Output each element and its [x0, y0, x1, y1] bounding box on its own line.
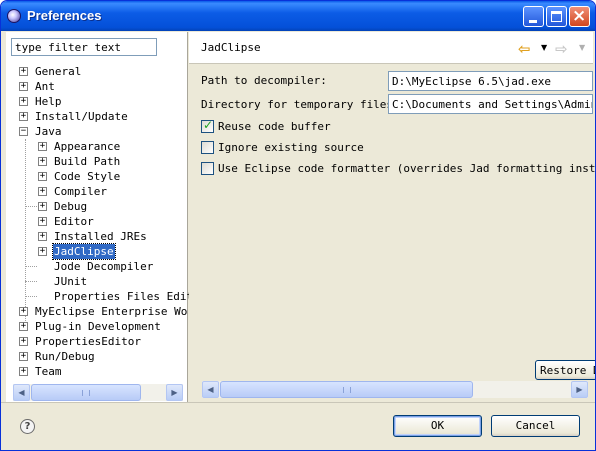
- tree-horizontal-scrollbar[interactable]: ◀ ▶: [13, 384, 183, 401]
- close-button[interactable]: ×: [569, 6, 590, 27]
- page-header: JadClipse ⇦ ▼ ⇨ ▼: [189, 32, 593, 64]
- forward-arrow-icon[interactable]: ⇨: [555, 40, 568, 58]
- filter-input[interactable]: type filter text: [11, 38, 157, 56]
- collapse-icon[interactable]: −: [19, 127, 28, 136]
- tree-item-label: Run/Debug: [35, 350, 95, 363]
- expand-icon[interactable]: +: [19, 82, 28, 91]
- maximize-icon: [551, 11, 562, 22]
- eclipse-icon: [7, 9, 21, 23]
- expand-icon[interactable]: +: [38, 157, 47, 166]
- tree-item-label: Editor: [54, 215, 94, 228]
- minimize-icon: [529, 20, 537, 23]
- help-icon[interactable]: ?: [20, 419, 35, 434]
- checkbox-label: Ignore existing source: [218, 141, 364, 154]
- checkbox-unchecked[interactable]: [201, 162, 214, 175]
- ok-button[interactable]: OK: [393, 415, 482, 437]
- scroll-left-icon[interactable]: ◀: [202, 381, 219, 398]
- expand-icon[interactable]: +: [19, 337, 28, 346]
- close-icon: ×: [572, 6, 587, 26]
- checkbox-unchecked[interactable]: [201, 141, 214, 154]
- tree-connector: [25, 281, 37, 282]
- tree-item-label: Code Style: [54, 170, 121, 183]
- cancel-button[interactable]: Cancel: [491, 415, 580, 437]
- checkbox-label: Reuse code buffer: [218, 120, 331, 133]
- expand-icon[interactable]: +: [38, 217, 47, 226]
- grip-icon: [343, 387, 351, 393]
- expand-icon[interactable]: +: [38, 247, 47, 256]
- tempdir-input[interactable]: C:\Documents and Settings\Administ: [388, 94, 593, 114]
- scroll-thumb[interactable]: [31, 384, 141, 401]
- window-title: Preferences: [27, 8, 102, 23]
- tree-item-label: Jode Decompiler: [54, 260, 154, 273]
- tree-item-label: JadClipse: [52, 243, 116, 260]
- expand-icon[interactable]: +: [19, 307, 28, 316]
- expand-icon[interactable]: +: [38, 187, 47, 196]
- tempdir-label: Directory for temporary files:: [201, 98, 400, 111]
- expand-icon[interactable]: +: [38, 142, 47, 151]
- tree-item-label: Help: [35, 95, 62, 108]
- tree-connector: [25, 266, 37, 267]
- tree-item-label: Debug: [54, 200, 88, 213]
- scroll-right-icon[interactable]: ▶: [571, 381, 588, 398]
- tree-item-label: Team: [35, 365, 62, 378]
- tree-item-label: JUnit: [54, 275, 88, 288]
- tree-item-label: Installed JREs: [54, 230, 147, 243]
- page-horizontal-scrollbar[interactable]: ◀ ▶: [202, 381, 588, 398]
- tree-item-label: PropertiesEditor: [35, 335, 141, 348]
- forward-dropdown-icon[interactable]: ▼: [579, 43, 585, 52]
- tree-item-label: Build Path: [54, 155, 121, 168]
- preferences-window: Preferences × type filter text + General…: [0, 0, 596, 451]
- scroll-right-icon[interactable]: ▶: [166, 384, 183, 401]
- expand-icon[interactable]: +: [19, 112, 28, 121]
- tree-item-label: Ant: [35, 80, 55, 93]
- back-dropdown-icon[interactable]: ▼: [541, 43, 547, 52]
- back-arrow-icon[interactable]: ⇦: [518, 40, 531, 58]
- preference-page: JadClipse ⇦ ▼ ⇨ ▼ Path to decompiler: D:…: [189, 32, 596, 402]
- expand-icon[interactable]: +: [19, 322, 28, 331]
- minimize-button[interactable]: [523, 6, 544, 27]
- tree-item-label: Java: [35, 125, 62, 138]
- expand-icon[interactable]: +: [38, 202, 47, 211]
- restore-defaults-button[interactable]: Restore D: [535, 360, 595, 380]
- tree-item-label: General: [35, 65, 82, 78]
- tree-connector: [25, 139, 26, 321]
- title-bar[interactable]: Preferences ×: [1, 1, 595, 31]
- tree-item-label: Properties Files Edito: [54, 290, 200, 303]
- tree-connector: [25, 296, 37, 297]
- path-input[interactable]: D:\MyEclipse 6.5\jad.exe: [388, 71, 593, 91]
- checkbox-label: Use Eclipse code formatter (overrides Ja…: [218, 162, 596, 175]
- separator: [1, 402, 595, 403]
- tree-item-label: Install/Update: [35, 110, 128, 123]
- page-title: JadClipse: [201, 41, 261, 54]
- grip-icon: [82, 390, 90, 396]
- checkbox-checked[interactable]: ✓: [201, 118, 214, 133]
- tree-connector: [25, 206, 37, 207]
- check-icon: ✓: [203, 118, 214, 132]
- expand-icon[interactable]: +: [38, 232, 47, 241]
- expand-icon[interactable]: +: [19, 352, 28, 361]
- expand-icon[interactable]: +: [38, 172, 47, 181]
- tree-item-label: Appearance: [54, 140, 121, 153]
- tree-item-label: Plug-in Development: [35, 320, 161, 333]
- scroll-thumb[interactable]: [220, 381, 473, 398]
- scroll-left-icon[interactable]: ◀: [13, 384, 30, 401]
- maximize-button[interactable]: [546, 6, 567, 27]
- expand-icon[interactable]: +: [19, 367, 28, 376]
- tree-item-label: MyEclipse Enterprise Work: [35, 305, 201, 318]
- tree-item-label: Compiler: [54, 185, 107, 198]
- expand-icon[interactable]: +: [19, 97, 28, 106]
- path-label: Path to decompiler:: [201, 74, 327, 87]
- expand-icon[interactable]: +: [19, 67, 28, 76]
